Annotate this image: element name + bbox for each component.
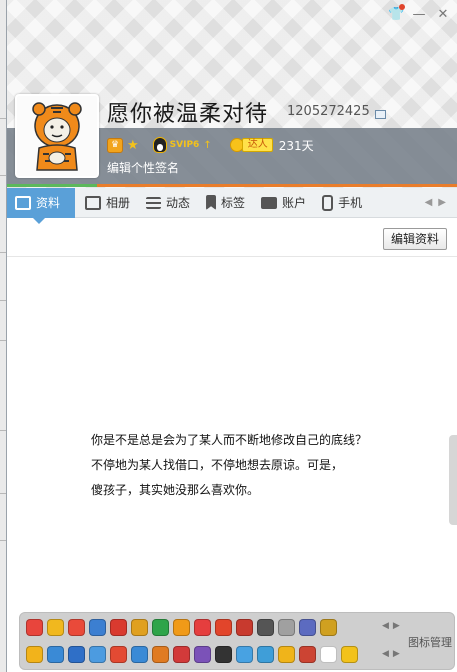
badge-icon[interactable] <box>26 619 43 636</box>
tab-label: 相册 <box>106 196 131 210</box>
divider <box>7 256 457 257</box>
profile-header: 👕 — ✕ 愿你被温柔对待 1205272425 ♛ ★ SVIP6 ↑ 达人 … <box>7 0 457 188</box>
bio-line: 傻孩子，其实她没那么喜欢你。 <box>91 483 260 497</box>
badge-icon[interactable] <box>320 646 337 663</box>
edit-profile-button[interactable]: 编辑资料 <box>382 228 447 250</box>
tab-label: 动态 <box>166 196 191 210</box>
minimize-icon[interactable]: — <box>412 8 426 22</box>
badge-icon[interactable] <box>215 646 232 663</box>
badge-icon[interactable] <box>320 619 337 636</box>
icon-row <box>26 646 358 663</box>
tab-phone[interactable]: 手机 <box>314 188 370 218</box>
badge-icon[interactable] <box>131 619 148 636</box>
badge-icon[interactable] <box>257 619 274 636</box>
svip-label[interactable]: SVIP6 <box>170 140 200 150</box>
tab-label: 手机 <box>338 196 363 210</box>
tiger-avatar-image <box>17 96 97 176</box>
active-days: 231天 <box>278 138 314 153</box>
profile-window: 👕 — ✕ 愿你被温柔对待 1205272425 ♛ ★ SVIP6 ↑ 达人 … <box>6 0 457 672</box>
daren-badge[interactable]: 达人 <box>229 138 273 152</box>
badge-icon[interactable] <box>89 619 106 636</box>
icon-row-arrows[interactable]: ◀▶ <box>382 649 404 659</box>
bookmark-icon <box>206 195 217 210</box>
badge-row: ♛ ★ SVIP6 ↑ 达人 231天 <box>107 136 314 154</box>
badge-icon[interactable] <box>152 619 169 636</box>
badge-icon[interactable] <box>341 646 358 663</box>
bio-line: 你是不是总是会为了某人而不断地修改自己的底线？ <box>91 433 368 447</box>
phone-icon <box>322 194 334 211</box>
badge-icon[interactable] <box>152 646 169 663</box>
nickname[interactable]: 愿你被温柔对待 <box>107 96 268 128</box>
avatar[interactable] <box>15 94 99 178</box>
photo-album-icon <box>85 195 101 210</box>
tab-account[interactable]: 账户 <box>253 188 314 218</box>
badge-icon[interactable] <box>278 619 295 636</box>
bio-line: 不停地为某人找借口，不停地想去原谅。可是， <box>91 458 344 472</box>
tab-bar: 资料 相册 动态 标签 账户 手机 ◀▶ <box>7 187 457 224</box>
badge-icon[interactable] <box>257 646 274 663</box>
window-controls: 👕 — ✕ <box>388 4 450 22</box>
tab-album[interactable]: 相册 <box>77 188 138 218</box>
tab-scroll-arrows[interactable]: ◀▶ <box>425 197 452 208</box>
level-up-arrow-icon: ↑ <box>203 139 212 151</box>
badge-icon[interactable] <box>47 646 64 663</box>
badge-icon[interactable] <box>194 619 211 636</box>
badge-icon[interactable] <box>89 646 106 663</box>
bio-text: 你是不是总是会为了某人而不断地修改自己的底线？ 不停地为某人找借口，不停地想去原… <box>91 428 411 503</box>
qq-zone-icon[interactable] <box>375 110 386 119</box>
badge-icon[interactable] <box>173 619 190 636</box>
feed-list-icon <box>146 196 162 209</box>
daren-label: 达人 <box>241 138 273 152</box>
close-icon[interactable]: ✕ <box>436 8 450 22</box>
badge-icon[interactable] <box>26 646 43 663</box>
badge-icon[interactable] <box>131 646 148 663</box>
icon-row <box>26 619 337 636</box>
qq-number: 1205272425 <box>287 104 370 119</box>
star-icon[interactable]: ★ <box>127 138 139 153</box>
tab-profile[interactable]: 资料 <box>7 187 75 224</box>
icon-panel: ◀▶ ◀▶ 图标管理 <box>19 612 455 670</box>
badge-icon[interactable] <box>299 646 316 663</box>
badge-icon[interactable] <box>278 646 295 663</box>
badge-icon[interactable] <box>68 646 85 663</box>
crown-icon[interactable]: ♛ <box>107 137 123 153</box>
profile-card-icon <box>15 195 31 210</box>
badge-icon[interactable] <box>215 619 232 636</box>
wallet-icon <box>261 196 278 209</box>
tab-label: 资料 <box>36 196 61 210</box>
tab-feed[interactable]: 动态 <box>138 188 198 218</box>
icon-manage-link[interactable]: 图标管理 <box>408 634 452 650</box>
badge-icon[interactable] <box>236 619 253 636</box>
skin-icon[interactable]: 👕 <box>388 4 405 22</box>
badge-icon[interactable] <box>299 619 316 636</box>
badge-icon[interactable] <box>110 646 127 663</box>
badge-icon[interactable] <box>47 619 64 636</box>
tab-label: 账户 <box>282 196 307 210</box>
badge-icon[interactable] <box>110 619 127 636</box>
tab-tags[interactable]: 标签 <box>198 188 253 218</box>
penguin-icon[interactable] <box>152 137 167 153</box>
icon-row-arrows[interactable]: ◀▶ <box>382 621 404 631</box>
badge-icon[interactable] <box>68 619 85 636</box>
signature-input[interactable]: 编辑个性签名 <box>107 159 179 176</box>
tab-label: 标签 <box>221 196 246 210</box>
badge-icon[interactable] <box>194 646 211 663</box>
scrollbar-thumb[interactable] <box>449 435 457 525</box>
notification-dot <box>399 4 405 10</box>
badge-icon[interactable] <box>173 646 190 663</box>
badge-icon[interactable] <box>236 646 253 663</box>
